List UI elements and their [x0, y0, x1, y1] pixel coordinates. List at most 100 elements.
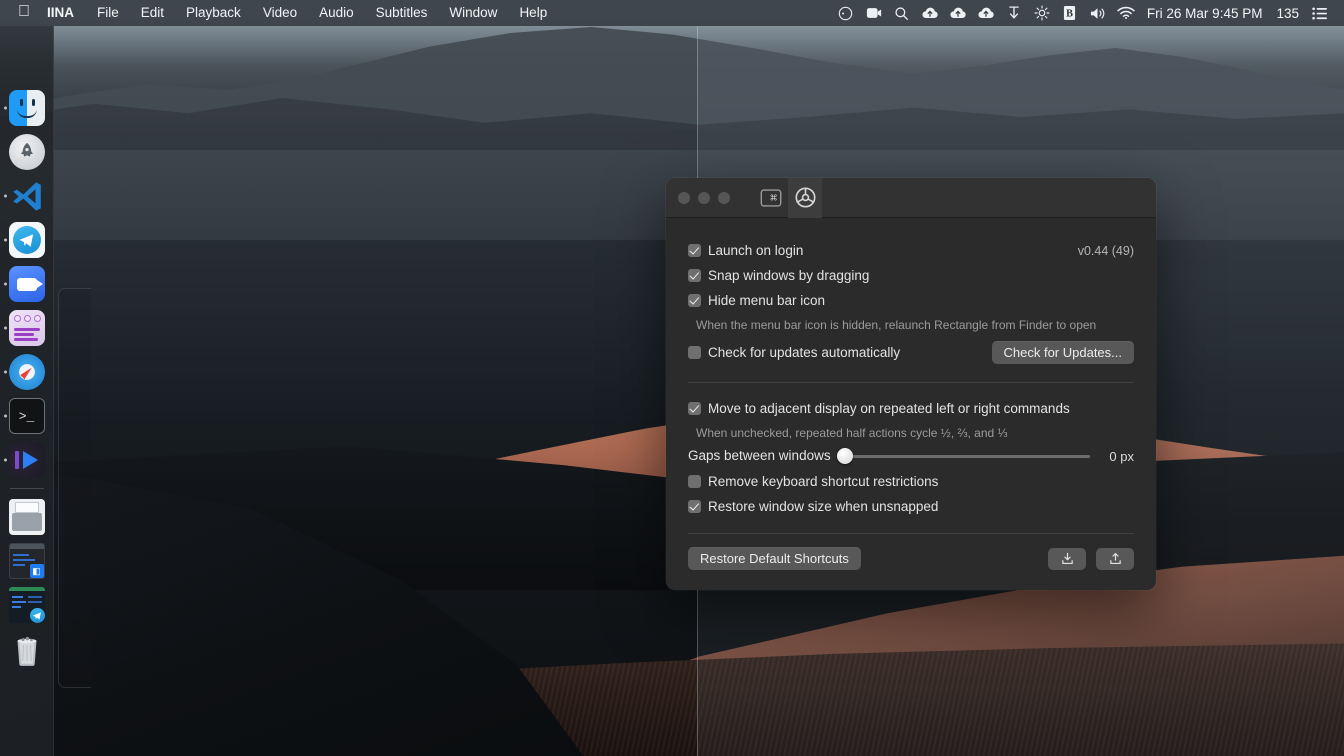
cloud-upload-icon[interactable]: [916, 0, 944, 26]
setting-gaps-between-windows[interactable]: Gaps between windows 0 px: [688, 447, 1134, 465]
menu-item-help[interactable]: Help: [508, 3, 558, 23]
dock-item-telegram[interactable]: [0, 218, 54, 262]
hide-menu-bar-icon-checkbox[interactable]: [688, 294, 701, 307]
running-indicator: [3, 106, 7, 110]
telegram-icon: [8, 222, 45, 258]
launch-on-login-checkbox[interactable]: [688, 244, 701, 257]
menu-item-window[interactable]: Window: [438, 3, 508, 23]
window-title-bar[interactable]: ⌘: [666, 178, 1156, 218]
shortcuts-tab[interactable]: ⌘: [754, 178, 788, 218]
import-button[interactable]: [1048, 547, 1086, 570]
setting-launch-on-login[interactable]: Launch on login v0.44 (49): [688, 238, 1134, 263]
printer-icon: [8, 499, 45, 535]
menu-bar:  IINA File Edit Playback Video Audio Su…: [0, 0, 1344, 26]
zoom-button[interactable]: [718, 191, 730, 204]
trash-icon: [9, 631, 45, 667]
dock-item-visual-studio-code[interactable]: [0, 174, 54, 218]
setting-remove-shortcut-restrictions[interactable]: Remove keyboard shortcut restrictions: [688, 469, 1134, 494]
dock: >_ ◧: [0, 26, 54, 756]
svg-text:B: B: [1067, 9, 1074, 20]
menu-bar-clock[interactable]: Fri 26 Mar 9:45 PM: [1140, 6, 1270, 21]
dock-item-zoom[interactable]: [0, 262, 54, 306]
dock-item-safari[interactable]: [0, 350, 54, 394]
minimize-button[interactable]: [698, 191, 710, 204]
hide-menu-bar-hint: When the menu bar icon is hidden, relaun…: [696, 318, 1097, 332]
terminal-icon: >_: [8, 398, 45, 434]
hide-menu-bar-icon-label: Hide menu bar icon: [708, 292, 826, 308]
dock-item-iina[interactable]: [0, 438, 54, 482]
menu-item-video[interactable]: Video: [252, 3, 308, 23]
dock-minimized-window-telegram[interactable]: [0, 583, 54, 627]
svg-text:⌘: ⌘: [770, 193, 778, 202]
minimized-window-thumbnail-icon: [8, 587, 45, 623]
menu-item-subtitles[interactable]: Subtitles: [365, 3, 439, 23]
podcasts-icon: [8, 310, 45, 346]
setting-snap-windows[interactable]: Snap windows by dragging: [688, 263, 1134, 288]
downloads-arrow-icon[interactable]: [1000, 0, 1028, 26]
footer-divider: [688, 533, 1134, 534]
running-indicator: [3, 194, 7, 198]
spotlight-search-icon[interactable]: [888, 0, 916, 26]
battery-percent[interactable]: 135: [1269, 6, 1306, 21]
gaps-value: 0 px: [1109, 448, 1134, 464]
snap-windows-checkbox[interactable]: [688, 269, 701, 282]
running-indicator: [3, 370, 7, 374]
export-button[interactable]: [1096, 547, 1134, 570]
remove-shortcut-restrictions-label: Remove keyboard shortcut restrictions: [708, 473, 939, 489]
dock-item-finder[interactable]: [0, 86, 54, 130]
check-for-updates-button[interactable]: Check for Updates...: [991, 341, 1134, 364]
brightness-icon[interactable]: [1028, 0, 1056, 26]
launch-on-login-label: Launch on login: [708, 242, 804, 258]
dock-minimized-window-code[interactable]: ◧: [0, 539, 54, 583]
dock-item-terminal[interactable]: >_: [0, 394, 54, 438]
setting-check-updates-auto[interactable]: Check for updates automatically Check fo…: [688, 340, 1134, 365]
dock-separator: [9, 488, 44, 489]
launchpad-icon: [8, 134, 45, 170]
settings-tab[interactable]: [788, 178, 822, 218]
restore-default-shortcuts-button[interactable]: Restore Default Shortcuts: [688, 547, 861, 570]
rectangle-preferences-window[interactable]: ⌘ Launch on login v0.44 (49) Snap window…: [666, 178, 1156, 590]
cloud-upload-icon[interactable]: [972, 0, 1000, 26]
setting-move-adjacent-display[interactable]: Move to adjacent display on repeated lef…: [688, 396, 1134, 421]
check-updates-auto-label: Check for updates automatically: [708, 344, 901, 360]
desktop-screen:  IINA File Edit Playback Video Audio Su…: [0, 0, 1344, 756]
running-indicator: [3, 326, 7, 330]
siri-icon[interactable]: [832, 0, 860, 26]
remove-shortcut-restrictions-checkbox[interactable]: [688, 475, 701, 488]
apple-logo-icon[interactable]: : [8, 4, 42, 20]
dock-item-podcasts[interactable]: [0, 306, 54, 350]
menu-item-iina[interactable]: IINA: [42, 3, 86, 23]
menu-item-audio[interactable]: Audio: [308, 3, 365, 23]
move-adjacent-hint: When unchecked, repeated half actions cy…: [696, 426, 1008, 440]
restore-window-size-checkbox[interactable]: [688, 500, 701, 513]
visual-studio-code-icon: [9, 178, 45, 214]
gaps-slider-knob[interactable]: [836, 448, 853, 464]
dock-item-trash[interactable]: [0, 627, 54, 671]
setting-hide-menu-bar-icon[interactable]: Hide menu bar icon: [688, 288, 1134, 313]
background-window-edge[interactable]: [58, 288, 91, 688]
running-indicator: [3, 238, 7, 242]
window-footer: Restore Default Shortcuts: [666, 547, 1156, 570]
control-center-icon[interactable]: [1306, 0, 1334, 26]
restore-window-size-label: Restore window size when unsnapped: [708, 498, 939, 514]
menu-item-playback[interactable]: Playback: [175, 3, 252, 23]
close-button[interactable]: [678, 191, 690, 204]
menu-item-file[interactable]: File: [86, 3, 130, 23]
gaps-slider[interactable]: [836, 447, 1090, 465]
minimized-badge: ◧: [29, 564, 44, 578]
move-adjacent-display-checkbox[interactable]: [688, 402, 701, 415]
check-updates-auto-checkbox[interactable]: [688, 346, 701, 359]
export-share-icon: [1109, 552, 1121, 564]
toolbar-tabs: ⌘: [754, 178, 822, 218]
running-indicator: [3, 414, 7, 418]
safari-icon: [8, 354, 45, 390]
menu-item-edit[interactable]: Edit: [130, 3, 175, 23]
screen-recording-icon[interactable]: [860, 0, 888, 26]
wifi-icon[interactable]: [1112, 0, 1140, 26]
dock-item-printer[interactable]: [0, 495, 54, 539]
bartender-icon[interactable]: B: [1056, 0, 1084, 26]
dock-item-launchpad[interactable]: [0, 130, 54, 174]
volume-icon[interactable]: [1084, 0, 1112, 26]
cloud-upload-icon[interactable]: [944, 0, 972, 26]
setting-restore-window-size[interactable]: Restore window size when unsnapped: [688, 494, 1134, 519]
